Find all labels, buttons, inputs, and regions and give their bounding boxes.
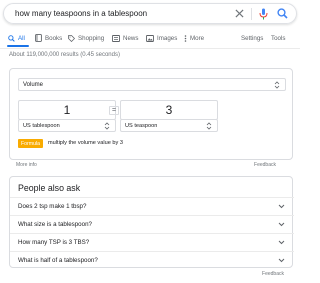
chevron-down-icon [278, 240, 285, 247]
question-row[interactable]: Does 2 tsp make 1 tbsp? [10, 197, 294, 215]
question-text: Does 2 tsp make 1 tbsp? [18, 203, 87, 210]
tab-more[interactable]: More [184, 28, 204, 48]
feedback-link[interactable]: Feedback [262, 271, 284, 277]
quantity-select[interactable]: Volume [18, 78, 286, 91]
question-row[interactable]: What is half of a tablespoon? [10, 251, 294, 269]
tab-label: Settings [241, 34, 264, 42]
search-bar-divider [251, 7, 252, 20]
question-row[interactable]: How many TSP is 3 TBS? [10, 233, 294, 251]
search-icon[interactable] [275, 7, 289, 21]
converter-meta-row: More info Feedback [16, 162, 276, 168]
tab-label: Tools [271, 34, 286, 42]
search-bar [3, 3, 297, 24]
people-also-ask-title: People also ask [18, 183, 81, 193]
tab-label: Images [157, 34, 178, 42]
people-also-ask-card: People also ask Does 2 tsp make 1 tbsp? … [9, 176, 294, 269]
to-value-input[interactable]: 3 [120, 100, 218, 120]
tab-tools[interactable]: Tools [271, 28, 285, 48]
chevron-down-icon [278, 258, 285, 265]
tag-icon [68, 34, 75, 42]
tabs-divider [0, 48, 300, 49]
search-input[interactable] [4, 4, 232, 23]
results-count: About 119,000,000 results (0.45 seconds) [9, 52, 120, 58]
tab-label: News [123, 34, 139, 42]
formula-badge: Formula [18, 139, 44, 148]
search-icon [8, 34, 15, 42]
tab-shopping[interactable]: Shopping [68, 28, 104, 48]
active-tab-indicator [7, 45, 29, 47]
feedback-link[interactable]: Feedback [254, 162, 276, 168]
tab-settings[interactable]: Settings [241, 28, 263, 48]
chevron-down-icon [104, 122, 110, 132]
formula-text: multiply the volume value by 3 [48, 140, 123, 146]
equals-sign: = [109, 106, 119, 115]
quantity-select-value: Volume [23, 81, 44, 88]
from-unit-select[interactable]: US tablespoon [18, 119, 116, 132]
tab-label: Books [45, 34, 63, 42]
question-text: What size is a tablespoon? [18, 221, 92, 228]
newspaper-icon [112, 34, 120, 42]
microphone-icon[interactable] [256, 7, 270, 21]
chevron-down-icon [274, 81, 280, 91]
chevron-down-icon [278, 204, 285, 211]
from-unit-value: US tablespoon [23, 122, 60, 129]
chevron-down-icon [278, 222, 285, 229]
question-text: How many TSP is 3 TBS? [18, 239, 90, 246]
more-info-link[interactable]: More info [16, 162, 37, 168]
tab-news[interactable]: News [112, 28, 138, 48]
clear-icon[interactable] [232, 7, 246, 21]
tab-label: All [18, 34, 25, 42]
tab-images[interactable]: Images [146, 28, 177, 48]
search-tabs: All Books Shopping News Images More Sett… [0, 28, 300, 48]
chevron-down-icon [206, 122, 212, 132]
book-icon [35, 34, 42, 42]
from-value-input[interactable]: 1 [18, 100, 116, 120]
tab-label: Shopping [78, 34, 105, 42]
tab-books[interactable]: Books [35, 28, 62, 48]
image-icon [146, 34, 154, 42]
to-unit-select[interactable]: US teaspoon [120, 119, 218, 132]
question-text: What is half of a tablespoon? [18, 257, 98, 264]
to-unit-value: US teaspoon [125, 122, 158, 129]
more-vert-icon [184, 34, 187, 42]
question-row[interactable]: What size is a tablespoon? [10, 215, 294, 233]
unit-converter-card: Volume 1 US tablespoon = 3 US teaspoon F… [9, 68, 293, 160]
tab-label: More [190, 34, 205, 42]
